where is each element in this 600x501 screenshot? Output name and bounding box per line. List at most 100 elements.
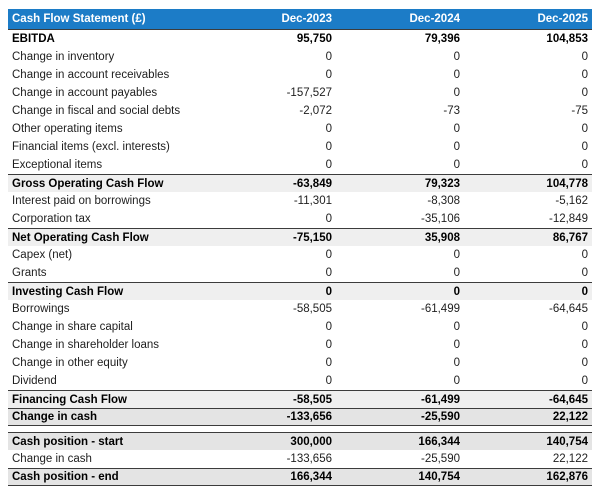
table-row: Interest paid on borrowings -11,301 -8,308…: [8, 192, 592, 210]
row-label: Change in account receivables: [12, 69, 170, 81]
cell-value: 104,853: [546, 33, 588, 45]
cell-value: 0: [581, 339, 588, 351]
table-row: Change in fiscal and social debts -2,072 -…: [8, 102, 592, 120]
cell-value: 0: [453, 51, 460, 63]
cell-value: 0: [325, 357, 332, 369]
table-row: Change in inventory 0 0 0: [8, 48, 592, 66]
table-row: Capex (net) 0 0 0: [8, 246, 592, 264]
table-row: Change in other equity 0 0 0: [8, 354, 592, 372]
cell-value: 0: [325, 69, 332, 81]
row-label: Dividend: [12, 375, 57, 387]
cell-value: -11,301: [293, 195, 332, 207]
cell-value: 0: [453, 375, 460, 387]
cell-value: 0: [453, 339, 460, 351]
cell-value: 166,344: [290, 471, 332, 483]
cell-value: 0: [581, 69, 588, 81]
cell-value: 0: [453, 357, 460, 369]
cell-value: -58,505: [292, 303, 332, 315]
cell-value: 0: [453, 267, 460, 279]
table-row: Change in account receivables 0 0 0: [8, 66, 592, 84]
row-label: Change in share capital: [12, 321, 133, 333]
cell-value: -61,499: [420, 393, 460, 406]
cell-value: 104,778: [546, 177, 588, 190]
cell-value: 0: [453, 123, 460, 135]
cell-value: 0: [581, 357, 588, 369]
cell-value: -63,849: [292, 177, 332, 190]
cell-value: -8,308: [427, 195, 460, 207]
table-title: Cash Flow Statement (£): [12, 13, 146, 25]
cell-value: 0: [325, 159, 332, 171]
row-label: Cash position - start: [12, 435, 124, 448]
cell-value: -133,656: [286, 411, 332, 423]
cell-value: 0: [325, 285, 332, 298]
table-row: Change in cash -133,656 -25,590 22,122: [8, 450, 592, 468]
cell-value: -5,162: [555, 195, 588, 207]
cell-value: 86,767: [552, 231, 588, 244]
row-label: Change in fiscal and social debts: [12, 105, 181, 117]
table-row: EBITDA 95,750 79,396 104,853: [8, 30, 592, 48]
row-label: Net Operating Cash Flow: [12, 231, 149, 244]
row-label: Change in shareholder loans: [12, 339, 160, 351]
cell-value: 300,000: [290, 435, 332, 448]
table-row: Corporation tax 0 -35,106 -12,849: [8, 210, 592, 228]
table-row: Change in cash -133,656 -25,590 22,122: [8, 408, 592, 426]
cell-value: 0: [581, 249, 588, 261]
table-row: Cash position - start 300,000 166,344 140,7…: [8, 432, 592, 450]
cell-value: 0: [453, 87, 460, 99]
cell-value: 140,754: [418, 471, 460, 483]
cell-value: 79,323: [424, 177, 460, 190]
cell-value: 0: [581, 267, 588, 279]
table-row: Financing Cash Flow -58,505 -61,499 -64,645: [8, 390, 592, 408]
cell-value: 79,396: [424, 33, 460, 45]
cell-value: 0: [453, 69, 460, 81]
cell-value: 0: [581, 87, 588, 99]
cell-value: 140,754: [546, 435, 588, 448]
cell-value: 0: [325, 339, 332, 351]
table-row: Net Operating Cash Flow -75,150 35,908 86,7…: [8, 228, 592, 246]
cell-value: 22,122: [552, 453, 588, 465]
row-label: Change in other equity: [12, 357, 128, 369]
table-row: Gross Operating Cash Flow -63,849 79,323 10…: [8, 174, 592, 192]
cell-value: 0: [581, 321, 588, 333]
cell-value: 0: [581, 141, 588, 153]
row-label: Gross Operating Cash Flow: [12, 177, 164, 190]
table-row: Change in shareholder loans 0 0 0: [8, 336, 592, 354]
row-label: Change in cash: [12, 411, 97, 423]
cell-value: -2,072: [299, 105, 332, 117]
cell-value: 0: [325, 123, 332, 135]
cell-value: 166,344: [418, 435, 460, 448]
row-label: Borrowings: [12, 303, 70, 315]
cell-value: -58,505: [292, 393, 332, 406]
column-header-dec-2025: Dec-2025: [537, 13, 588, 25]
cash-flow-table: Cash Flow Statement (£) Dec-2023 Dec-202…: [8, 9, 592, 486]
cell-value: 0: [453, 141, 460, 153]
table-header-row: Cash Flow Statement (£) Dec-2023 Dec-202…: [8, 9, 592, 30]
cell-value: -133,656: [286, 453, 332, 465]
row-label: Change in account payables: [12, 87, 158, 99]
cell-value: 0: [325, 51, 332, 63]
cell-value: 0: [581, 285, 588, 298]
cell-value: -157,527: [286, 87, 332, 99]
cell-value: 0: [581, 51, 588, 63]
cell-value: -12,849: [548, 213, 588, 225]
cell-value: 0: [453, 249, 460, 261]
cell-value: 0: [453, 159, 460, 171]
row-label: Financial items (excl. interests): [12, 141, 170, 153]
cell-value: -64,645: [548, 303, 588, 315]
table-row: Change in account payables -157,527 0 0: [8, 84, 592, 102]
row-label: Change in cash: [12, 453, 92, 465]
table-row: Cash position - end 166,344 140,754 162,876: [8, 468, 592, 486]
cell-value: 0: [453, 321, 460, 333]
column-header-dec-2024: Dec-2024: [409, 13, 460, 25]
table-row: Investing Cash Flow 0 0 0: [8, 282, 592, 300]
cell-value: 0: [453, 285, 460, 298]
cell-value: -64,645: [548, 393, 588, 406]
row-label: Interest paid on borrowings: [12, 195, 151, 207]
cell-value: 0: [581, 123, 588, 135]
table-row: Exceptional items 0 0 0: [8, 156, 592, 174]
cell-value: 95,750: [296, 33, 332, 45]
cell-value: -75: [571, 105, 588, 117]
table-row: Change in share capital 0 0 0: [8, 318, 592, 336]
row-label: Financing Cash Flow: [12, 393, 128, 406]
column-header-dec-2023: Dec-2023: [281, 13, 332, 25]
